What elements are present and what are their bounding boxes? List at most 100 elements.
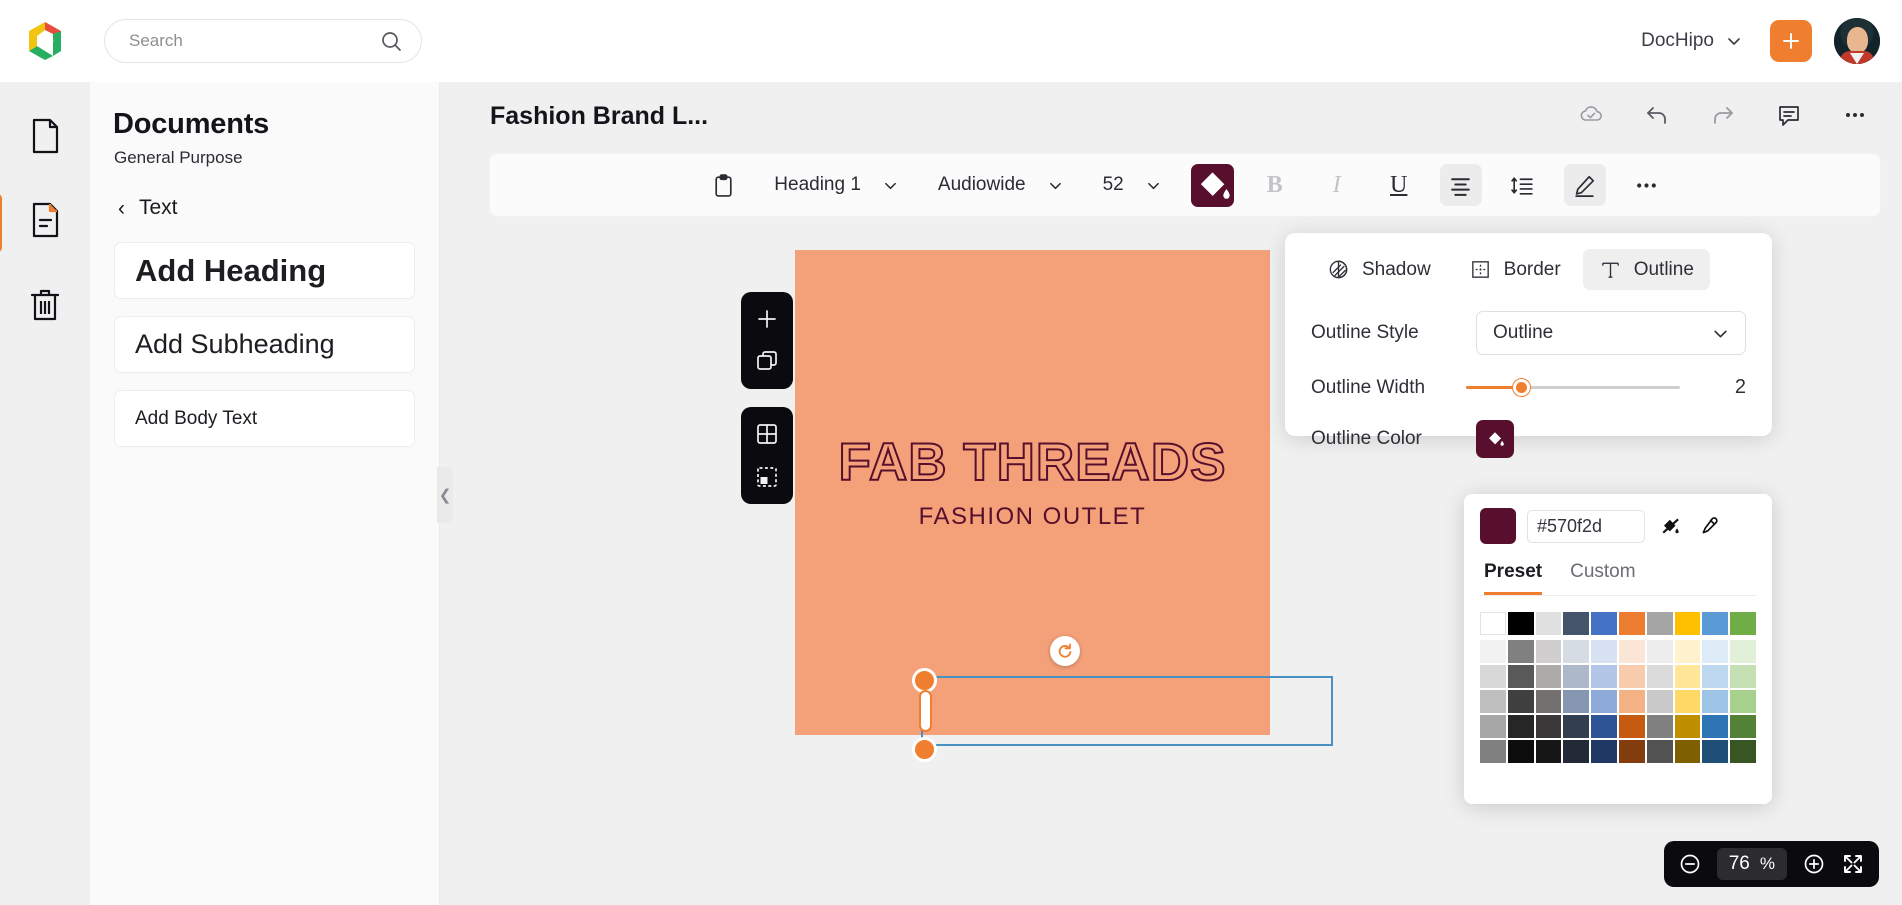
outline-width-slider[interactable] [1465,378,1680,398]
color-swatch-shade-3-5[interactable] [1618,715,1645,738]
text-style-dropdown[interactable]: Heading 1 [764,174,908,196]
resize-handle-bottom-left[interactable] [912,737,937,762]
outline-style-select[interactable]: Outline [1476,311,1746,355]
color-swatch-shade-1-7[interactable] [1674,665,1701,688]
color-swatch-shade-2-7[interactable] [1674,690,1701,713]
canvas-logo-subtext[interactable]: FASHION OUTLET [795,503,1270,531]
bold-button[interactable]: B [1254,164,1296,206]
resize-handle-middle-left[interactable] [919,690,932,732]
tab-outline[interactable]: Outline [1582,249,1710,290]
app-logo[interactable] [0,19,90,63]
font-size-dropdown[interactable]: 52 [1093,174,1171,196]
color-swatch-shade-1-8[interactable] [1702,665,1729,688]
color-swatch-basic-0[interactable] [1480,612,1506,635]
color-swatch-shade-3-6[interactable] [1646,715,1673,738]
color-swatch-shade-2-3[interactable] [1563,690,1590,713]
color-swatch-shade-4-5[interactable] [1618,740,1645,763]
tab-shadow[interactable]: Shadow [1311,249,1447,290]
user-avatar[interactable] [1834,18,1880,64]
color-swatch-shade-1-3[interactable] [1563,665,1590,688]
color-swatch-shade-2-0[interactable] [1480,690,1506,713]
color-swatch-shade-0-8[interactable] [1702,640,1729,663]
color-swatch-shade-0-6[interactable] [1646,640,1673,663]
design-canvas[interactable]: FAB THREADS FASHION OUTLET [795,250,1270,735]
color-swatch-basic-1[interactable] [1507,612,1534,635]
color-swatch-shade-2-2[interactable] [1535,690,1562,713]
panel-back-button[interactable]: ‹ Text [90,168,439,220]
add-subheading-card[interactable]: Add Subheading [114,316,415,373]
color-swatch-basic-5[interactable] [1618,612,1645,635]
rail-item-trash[interactable] [16,275,74,333]
color-swatch-shade-3-9[interactable] [1730,715,1756,738]
color-swatch-shade-0-4[interactable] [1591,640,1617,663]
grid-button[interactable] [747,416,787,452]
color-swatch-shade-4-1[interactable] [1507,740,1534,763]
rail-item-my-documents[interactable] [0,191,74,253]
color-swatch-basic-6[interactable] [1646,612,1673,635]
redo-button[interactable] [1710,102,1736,128]
color-swatch-shade-2-5[interactable] [1618,690,1645,713]
color-swatch-shade-0-7[interactable] [1674,640,1701,663]
add-body-text-card[interactable]: Add Body Text [114,390,415,447]
color-swatch-shade-4-8[interactable] [1702,740,1729,763]
color-swatch-shade-0-3[interactable] [1563,640,1590,663]
color-swatch-shade-4-6[interactable] [1646,740,1673,763]
undo-button[interactable] [1644,102,1670,128]
color-swatch-shade-4-2[interactable] [1535,740,1562,763]
color-swatch-shade-2-1[interactable] [1507,690,1534,713]
color-swatch-shade-0-2[interactable] [1535,640,1562,663]
color-swatch-basic-4[interactable] [1591,612,1617,635]
color-swatch-shade-1-1[interactable] [1507,665,1534,688]
color-swatch-basic-2[interactable] [1535,612,1562,635]
color-swatch-shade-4-0[interactable] [1480,740,1506,763]
hex-color-input[interactable] [1527,509,1645,543]
comment-button[interactable] [1776,102,1802,128]
color-swatch-shade-0-5[interactable] [1618,640,1645,663]
effects-button[interactable] [1563,164,1606,206]
canvas-logo-text[interactable]: FAB THREADS [795,432,1270,493]
color-swatch-basic-9[interactable] [1730,612,1756,635]
document-more-button[interactable] [1842,102,1868,128]
add-heading-card[interactable]: Add Heading [114,242,415,299]
search-input[interactable] [129,31,379,51]
color-swatch-shade-2-4[interactable] [1591,690,1617,713]
color-swatch-shade-1-9[interactable] [1730,665,1756,688]
color-swatch-shade-3-3[interactable] [1563,715,1590,738]
color-swatch-shade-1-6[interactable] [1646,665,1673,688]
color-swatch-shade-3-1[interactable] [1507,715,1534,738]
color-swatch-shade-3-7[interactable] [1674,715,1701,738]
search-box[interactable] [104,19,422,63]
color-swatch-shade-4-7[interactable] [1674,740,1701,763]
create-new-button[interactable] [1770,20,1812,62]
color-swatch-shade-2-6[interactable] [1646,690,1673,713]
color-swatch-shade-1-5[interactable] [1618,665,1645,688]
color-swatch-shade-4-9[interactable] [1730,740,1756,763]
color-swatch-shade-3-0[interactable] [1480,715,1506,738]
no-color-button[interactable] [1656,512,1684,540]
font-family-dropdown[interactable]: Audiowide [928,174,1073,196]
color-swatch-shade-1-0[interactable] [1480,665,1506,688]
align-center-button[interactable] [1439,164,1482,206]
rail-item-blank-document[interactable] [16,107,74,165]
cloud-saved-button[interactable] [1578,102,1604,128]
color-swatch-shade-1-2[interactable] [1535,665,1562,688]
line-height-button[interactable] [1502,164,1544,206]
fullscreen-button[interactable] [1841,852,1865,876]
color-swatch-basic-7[interactable] [1674,612,1701,635]
color-swatch-shade-2-8[interactable] [1702,690,1729,713]
tab-preset[interactable]: Preset [1484,561,1543,595]
outline-color-button[interactable] [1476,420,1514,458]
color-swatch-shade-4-4[interactable] [1591,740,1617,763]
crop-button[interactable] [747,459,787,495]
color-swatch-shade-3-2[interactable] [1535,715,1562,738]
color-swatch-shade-0-0[interactable] [1480,640,1506,663]
current-color-swatch[interactable] [1480,508,1516,544]
tab-border[interactable]: Border [1453,249,1577,290]
search-icon[interactable] [379,29,403,53]
color-swatch-shade-2-9[interactable] [1730,690,1756,713]
color-swatch-basic-8[interactable] [1702,612,1729,635]
color-swatch-shade-0-1[interactable] [1507,640,1534,663]
panel-collapse-handle[interactable]: ❮ [437,467,453,523]
add-page-button[interactable] [747,301,787,337]
color-swatch-shade-3-4[interactable] [1591,715,1617,738]
